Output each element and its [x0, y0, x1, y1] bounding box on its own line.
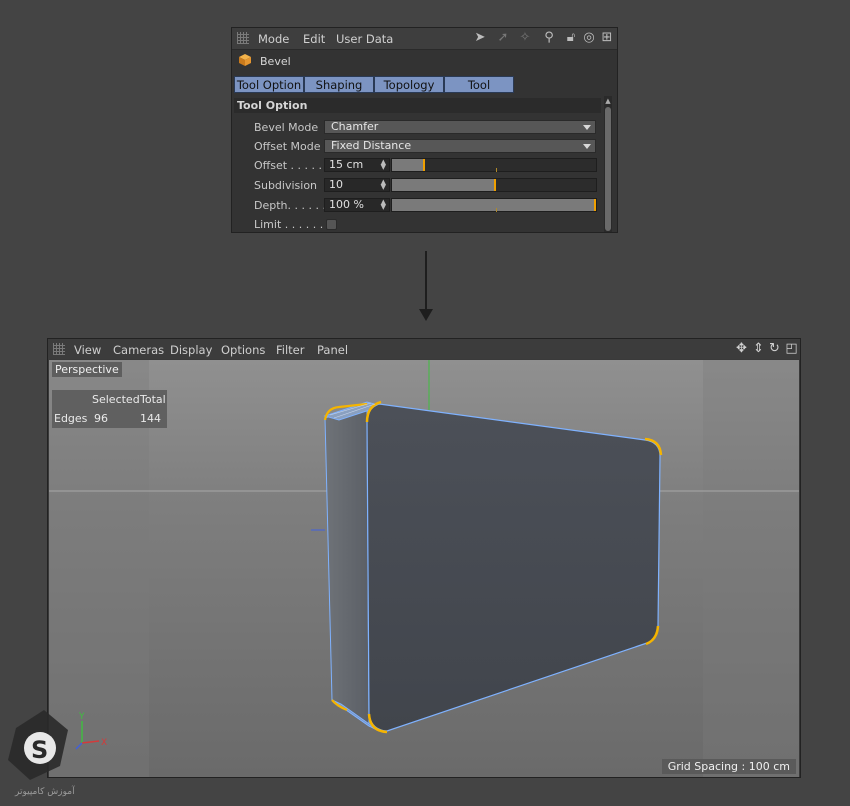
offset-mode-value: Fixed Distance — [331, 139, 412, 152]
depth-input[interactable]: 100 % ▲ ▼ — [324, 198, 390, 212]
chevron-down-icon — [583, 144, 591, 149]
offset-value: 15 cm — [329, 158, 364, 171]
depth-label: Depth. . . . . . — [254, 199, 326, 212]
arrow-right-icon[interactable]: ✧ — [518, 31, 532, 45]
slider-center-tick — [496, 168, 497, 172]
stepper-icon[interactable]: ▲ ▼ — [381, 199, 386, 211]
3d-viewport[interactable]: Y X Perspective Selected Total Edges 96 … — [49, 360, 799, 777]
subdivision-value: 10 — [329, 178, 343, 191]
subdivision-input[interactable]: 10 ▲ ▼ — [324, 178, 390, 192]
chevron-down-icon — [583, 125, 591, 130]
offset-label: Offset . . . . . — [254, 159, 323, 172]
slider-knob[interactable] — [423, 159, 425, 171]
tab-shaping[interactable]: Shaping — [304, 76, 374, 93]
svg-text:S: S — [31, 736, 48, 764]
object-front-face[interactable] — [366, 403, 661, 732]
subdivision-label: Subdivision — [254, 179, 318, 192]
menu-options[interactable]: Options — [221, 343, 265, 357]
scrollbar-thumb[interactable] — [605, 107, 611, 231]
camera-label[interactable]: Perspective — [52, 362, 122, 377]
gizmo-y-label: Y — [78, 712, 85, 722]
stats-selected-value: 96 — [94, 412, 108, 425]
viewport-menubar: View Cameras Display Options Filter Pane… — [48, 339, 800, 359]
section-title: Tool Option — [234, 98, 601, 113]
slider-knob[interactable] — [594, 199, 596, 211]
bevel-mode-label: Bevel Mode — [254, 121, 319, 134]
pan-icon[interactable]: ⇕ — [751, 341, 766, 356]
tab-topology[interactable]: Topology — [374, 76, 444, 93]
bevel-mode-dropdown[interactable]: Chamfer — [324, 120, 596, 134]
offset-input[interactable]: 15 cm ▲ ▼ — [324, 158, 390, 172]
maximize-icon[interactable]: ◰ — [784, 341, 799, 356]
bevel-mode-value: Chamfer — [331, 120, 379, 133]
stats-col-total: Total — [140, 393, 166, 406]
flow-arrow-shaft — [425, 251, 427, 313]
watermark-text: آموزش کامپیوتر — [15, 787, 75, 797]
slider-fill — [392, 179, 494, 191]
stepper-icon[interactable]: ▲ ▼ — [381, 159, 386, 171]
viewport-panel: View Cameras Display Options Filter Pane… — [47, 338, 801, 778]
arrow-up-icon[interactable]: ➚ — [496, 31, 510, 45]
grid-spacing-label: Grid Spacing : 100 cm — [661, 759, 796, 774]
viewport-shade-right — [703, 360, 799, 777]
menu-panel[interactable]: Panel — [317, 343, 348, 357]
stepper-icon[interactable]: ▲ ▼ — [381, 179, 386, 191]
rotate-icon[interactable]: ↻ — [767, 341, 782, 356]
depth-value: 100 % — [329, 198, 364, 211]
slider-center-tick — [496, 208, 497, 212]
object-name: Bevel — [260, 55, 291, 68]
selection-stats-hud: Selected Total Edges 96 144 — [52, 390, 167, 428]
tab-tool-option[interactable]: Tool Option — [234, 76, 304, 93]
offset-mode-label: Offset Mode — [254, 140, 321, 153]
new-panel-icon[interactable]: ⊞ — [600, 31, 614, 45]
attribute-menubar: Mode Edit User Data ➤ ➚ ✧ ⚲ 🔓︎ ◎ ⊞ — [232, 28, 617, 50]
stats-total-value: 144 — [140, 412, 161, 425]
limit-checkbox[interactable] — [326, 219, 337, 230]
menu-mode[interactable]: Mode — [258, 32, 289, 46]
object-side-face[interactable] — [324, 403, 370, 727]
arrow-down-icon — [419, 309, 433, 321]
menu-cameras[interactable]: Cameras — [113, 343, 164, 357]
panel-grip-icon[interactable] — [237, 32, 249, 44]
subdivision-slider[interactable] — [391, 178, 597, 192]
offset-slider[interactable] — [391, 158, 597, 172]
menu-edit[interactable]: Edit — [303, 32, 325, 46]
limit-label: Limit . . . . . . — [254, 218, 324, 231]
slider-knob[interactable] — [494, 179, 496, 191]
tab-tool[interactable]: Tool — [444, 76, 514, 93]
menu-filter[interactable]: Filter — [276, 343, 304, 357]
arrow-left-icon[interactable]: ➤ — [473, 31, 487, 45]
watermark-logo-icon: S — [8, 710, 68, 780]
menu-display[interactable]: Display — [170, 343, 212, 357]
menu-view[interactable]: View — [74, 343, 101, 357]
search-icon[interactable]: ⚲ — [542, 31, 556, 45]
offset-mode-dropdown[interactable]: Fixed Distance — [324, 139, 596, 153]
bevel-tool-icon — [239, 54, 251, 66]
stats-row-label: Edges — [54, 412, 88, 425]
tab-bar: Tool Option Shaping Topology Tool — [234, 76, 514, 93]
stats-col-selected: Selected — [92, 393, 140, 406]
object-header: Bevel — [232, 50, 617, 74]
depth-slider[interactable] — [391, 198, 597, 212]
move-icon[interactable]: ✥ — [734, 341, 749, 356]
target-icon[interactable]: ◎ — [582, 31, 596, 45]
attribute-manager-panel: Mode Edit User Data ➤ ➚ ✧ ⚲ 🔓︎ ◎ ⊞ Bevel… — [231, 27, 618, 233]
menu-user-data[interactable]: User Data — [336, 32, 393, 46]
panel-grip-icon[interactable] — [53, 343, 65, 355]
lock-icon[interactable]: 🔓︎ — [564, 31, 578, 45]
gizmo-x-label: X — [101, 738, 107, 748]
slider-fill — [392, 159, 423, 171]
slider-fill — [392, 199, 596, 211]
scroll-up-icon[interactable]: ▲ — [604, 97, 612, 105]
